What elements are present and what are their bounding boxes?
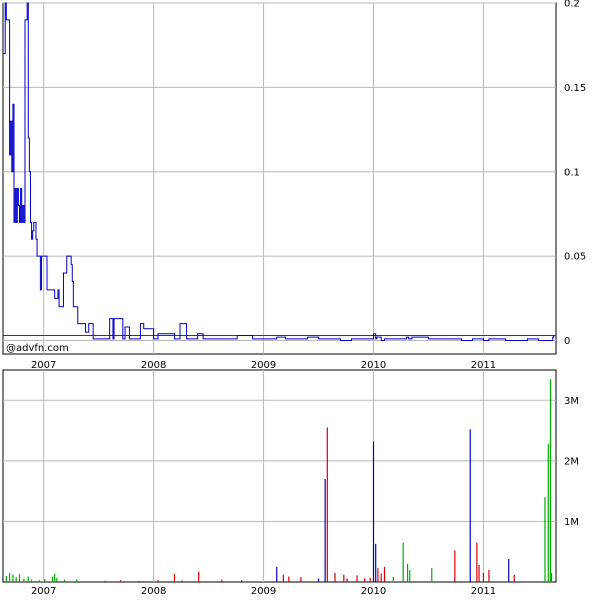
volume-y-tick-label: 1M xyxy=(564,517,579,528)
volume-y-tick-labels: 3M 2M 1M xyxy=(564,396,579,528)
price-plot-frame xyxy=(2,2,557,355)
price-x-tick-label: 2009 xyxy=(251,360,276,371)
price-y-tick-label: 0.2 xyxy=(564,0,580,10)
price-y-tick-label: 0.15 xyxy=(564,83,586,94)
volume-x-tick-label: 2009 xyxy=(251,586,276,597)
volume-x-tick-label: 2007 xyxy=(31,586,56,597)
price-x-tick-labels: 2007 2008 2009 2010 2011 xyxy=(31,360,496,371)
volume-x-tick-labels: 2007 2008 2009 2010 2011 xyxy=(31,586,496,597)
price-x-tick-label: 2007 xyxy=(31,360,56,371)
chart-canvas: @advfn.com 0.20.150.10.050 2007 2008 2009 2… xyxy=(2,0,586,597)
price-y-tick-label: 0 xyxy=(564,336,570,347)
price-y-tick-label: 0.1 xyxy=(564,167,580,178)
stock-chart: @advfn.com 0.2 0.15 0.1 0.05 0 2007 2008 2009 2… xyxy=(0,0,600,600)
volume-y-tick-label: 3M xyxy=(564,396,579,407)
price-x-tick-label: 2011 xyxy=(471,360,496,371)
price-y-tick-labels: 0.2 0.15 0.1 0.05 0 xyxy=(564,0,586,347)
volume-x-tick-label: 2010 xyxy=(361,586,386,597)
price-panel: @advfn.com 0.20.150.10.050 2007 2008 2009 2… xyxy=(2,0,586,371)
price-x-tick-label: 2010 xyxy=(361,360,386,371)
volume-x-tick-label: 2011 xyxy=(471,586,496,597)
volume-plot-frame xyxy=(2,369,557,583)
volume-x-tick-label: 2008 xyxy=(141,586,166,597)
price-x-tick-label: 2008 xyxy=(141,360,166,371)
volume-panel: 3M 2M 1M 2007 2008 2009 2010 2011 xyxy=(2,369,579,597)
watermark-text: @advfn.com xyxy=(6,343,69,354)
price-y-tick-label: 0.05 xyxy=(564,252,586,263)
volume-y-tick-label: 2M xyxy=(564,456,579,467)
